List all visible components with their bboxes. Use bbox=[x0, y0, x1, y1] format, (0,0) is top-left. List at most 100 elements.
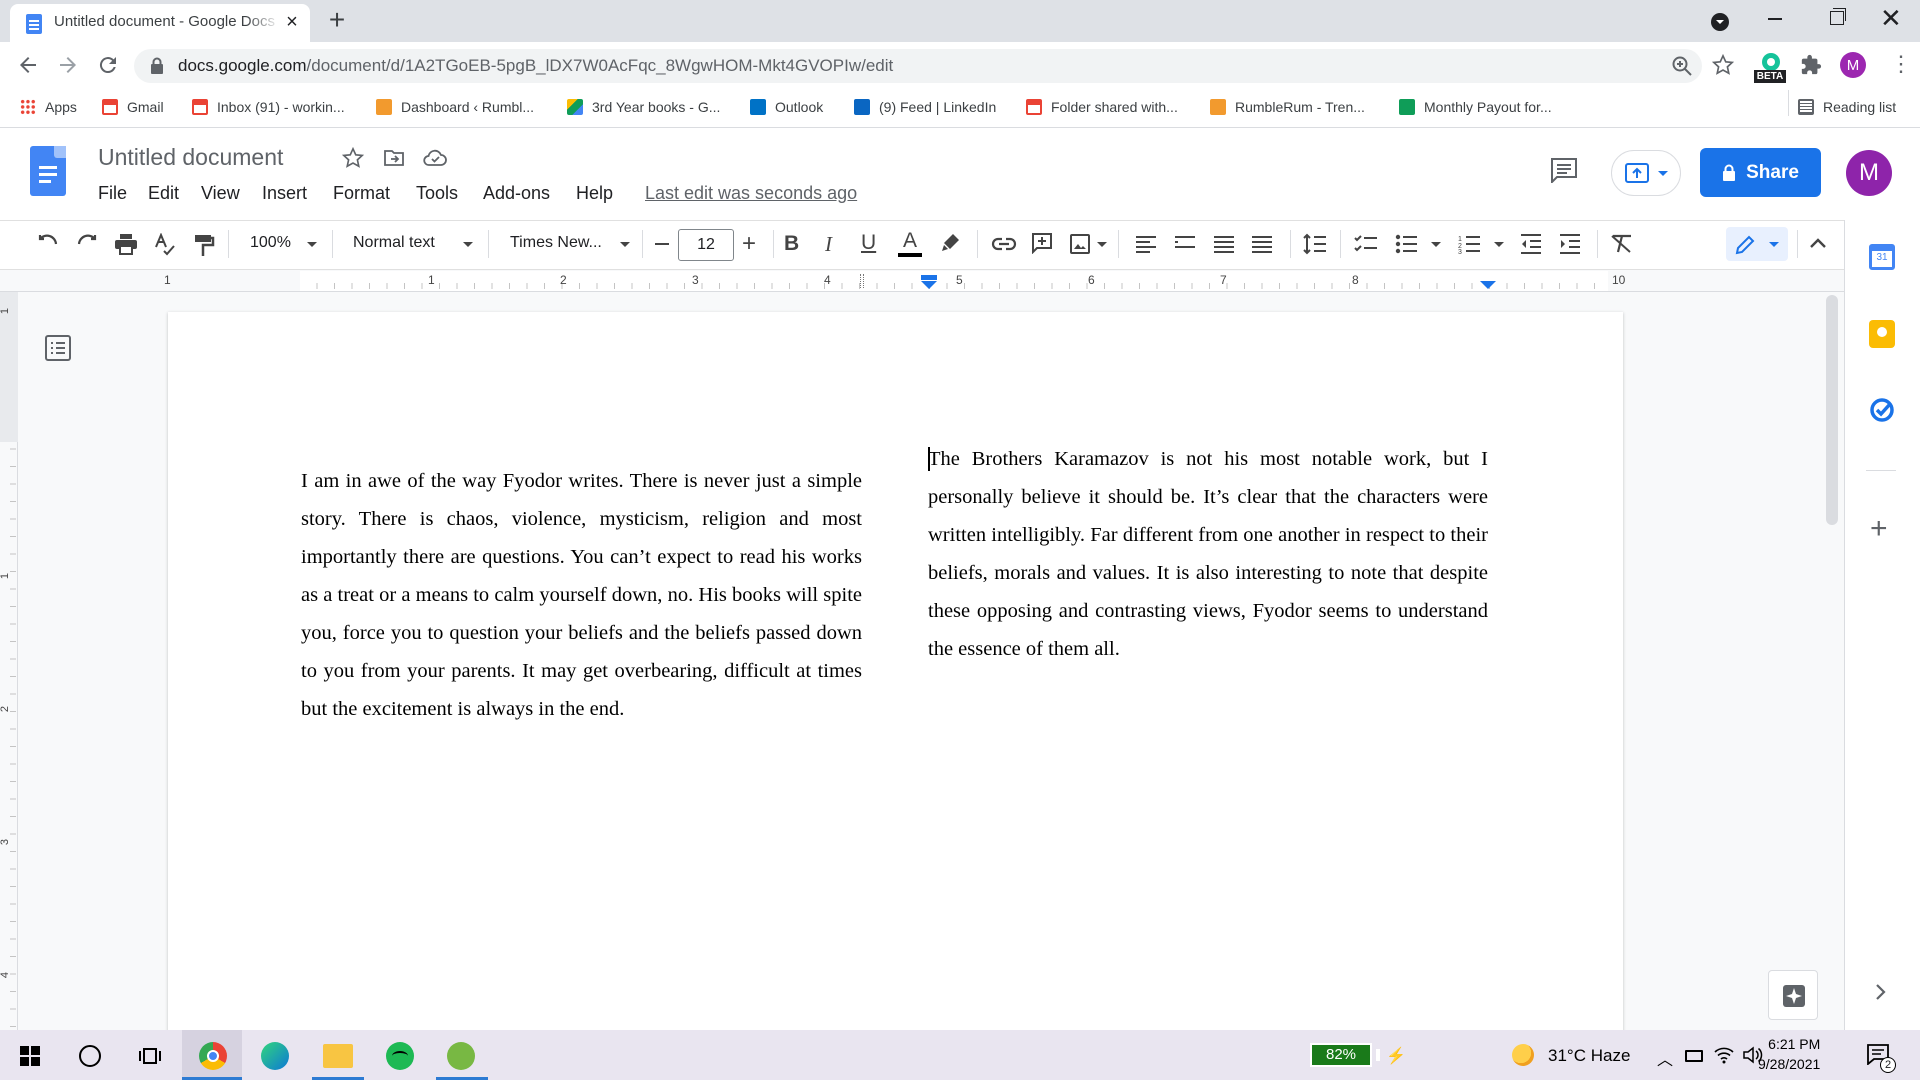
decrease-indent-icon[interactable] bbox=[1520, 234, 1542, 254]
decrease-font-size-icon[interactable] bbox=[655, 243, 669, 245]
bookmark-linkedin[interactable]: (9) Feed | LinkedIn bbox=[854, 96, 996, 118]
menu-help[interactable]: Help bbox=[576, 183, 613, 204]
window-minimize-icon[interactable] bbox=[1768, 18, 1782, 20]
first-line-indent-marker[interactable] bbox=[921, 275, 937, 280]
forward-arrow-icon[interactable] bbox=[56, 53, 80, 77]
bookmark-inbox[interactable]: Inbox (91) - workin... bbox=[192, 96, 345, 118]
vertical-scrollbar-thumb[interactable] bbox=[1826, 295, 1838, 525]
share-button[interactable]: Share bbox=[1700, 148, 1821, 197]
zoom-select[interactable]: 100% bbox=[250, 234, 291, 252]
font-family-select[interactable]: Times New... bbox=[510, 234, 602, 252]
window-restore-icon[interactable] bbox=[1830, 8, 1846, 25]
document-outline-icon[interactable] bbox=[45, 335, 71, 361]
bold-icon[interactable]: B bbox=[784, 232, 799, 256]
document-title[interactable]: Untitled document bbox=[98, 144, 283, 171]
window-close-icon[interactable]: ✕ bbox=[1880, 4, 1902, 32]
align-right-icon[interactable] bbox=[1214, 236, 1234, 253]
lock-icon[interactable] bbox=[150, 57, 164, 75]
italic-icon[interactable]: I bbox=[825, 232, 832, 257]
browser-tab-active[interactable]: Untitled document - Google Docs × bbox=[10, 4, 310, 42]
menu-format[interactable]: Format bbox=[333, 183, 390, 204]
file-explorer-taskbar-icon[interactable] bbox=[323, 1044, 353, 1068]
checklist-icon[interactable] bbox=[1354, 234, 1378, 254]
google-docs-logo-icon[interactable] bbox=[30, 146, 66, 196]
add-comment-icon[interactable] bbox=[1031, 232, 1053, 254]
show-hidden-icons-chevron-up-icon[interactable]: ︿ bbox=[1657, 1046, 1673, 1070]
undo-icon[interactable] bbox=[36, 233, 60, 255]
spellcheck-icon[interactable] bbox=[153, 233, 177, 257]
present-button[interactable] bbox=[1611, 150, 1681, 196]
increase-font-size-icon[interactable]: + bbox=[742, 230, 756, 258]
cloud-saved-icon[interactable] bbox=[423, 149, 447, 167]
reload-icon[interactable] bbox=[96, 53, 120, 77]
task-view-icon[interactable] bbox=[138, 1045, 162, 1067]
bookmark-folder-shared[interactable]: Folder shared with... bbox=[1026, 96, 1178, 118]
right-indent-marker[interactable] bbox=[1480, 281, 1496, 289]
google-tasks-icon[interactable] bbox=[1869, 397, 1895, 423]
move-folder-icon[interactable] bbox=[383, 148, 405, 168]
bookmark-3rd-year-books[interactable]: 3rd Year books - G... bbox=[567, 96, 720, 118]
windows-start-icon[interactable] bbox=[20, 1046, 40, 1066]
bookmark-gmail[interactable]: Gmail bbox=[102, 96, 164, 118]
bookmark-star-icon[interactable] bbox=[1712, 54, 1734, 76]
add-addon-icon[interactable]: + bbox=[1870, 514, 1888, 544]
hide-menus-chevron-up-icon[interactable] bbox=[1809, 237, 1827, 249]
editing-mode-button[interactable] bbox=[1726, 227, 1788, 261]
menu-addons[interactable]: Add-ons bbox=[483, 183, 550, 204]
back-arrow-icon[interactable] bbox=[16, 53, 40, 77]
column-divider-marker[interactable] bbox=[860, 274, 864, 288]
utorrent-taskbar-icon[interactable] bbox=[447, 1042, 475, 1070]
extensions-puzzle-icon[interactable] bbox=[1800, 54, 1822, 76]
bookmark-outlook[interactable]: Outlook bbox=[750, 96, 823, 118]
bookmark-apps[interactable]: Apps bbox=[20, 96, 77, 118]
battery-tray-icon[interactable] bbox=[1685, 1050, 1703, 1062]
cortana-search-icon[interactable] bbox=[79, 1045, 101, 1067]
account-avatar[interactable]: M bbox=[1846, 150, 1892, 196]
taskbar-clock[interactable]: 6:21 PM 9/28/2021 bbox=[1758, 1034, 1820, 1074]
insert-image-icon[interactable] bbox=[1069, 233, 1091, 255]
spotify-taskbar-icon[interactable] bbox=[386, 1042, 414, 1070]
tab-close-icon[interactable]: × bbox=[282, 12, 302, 32]
url-text[interactable]: docs.google.com/document/d/1A2TGoEB-5pgB… bbox=[178, 56, 893, 76]
menu-file[interactable]: File bbox=[98, 183, 127, 204]
browser-profile-avatar[interactable]: M bbox=[1840, 52, 1866, 78]
menu-edit[interactable]: Edit bbox=[148, 183, 179, 204]
redo-icon[interactable] bbox=[75, 233, 99, 255]
weather-text[interactable]: 31°C Haze bbox=[1548, 1046, 1630, 1066]
google-keep-icon[interactable] bbox=[1869, 320, 1895, 348]
explore-button[interactable] bbox=[1768, 970, 1818, 1020]
edge-taskbar-icon[interactable] bbox=[261, 1042, 289, 1070]
print-icon[interactable] bbox=[114, 233, 138, 255]
increase-indent-icon[interactable] bbox=[1559, 234, 1581, 254]
wifi-icon[interactable] bbox=[1714, 1046, 1734, 1064]
last-edit-link[interactable]: Last edit was seconds ago bbox=[645, 183, 857, 204]
bulleted-list-icon[interactable] bbox=[1395, 234, 1417, 254]
font-size-input[interactable]: 12 bbox=[678, 229, 734, 261]
weather-sun-icon[interactable] bbox=[1512, 1044, 1534, 1066]
underline-icon[interactable]: U bbox=[861, 231, 876, 255]
google-calendar-icon[interactable]: 31 bbox=[1869, 244, 1895, 270]
browser-menu-kebab-icon[interactable]: ⋮ bbox=[1890, 53, 1912, 75]
highlight-color-icon[interactable] bbox=[939, 232, 961, 254]
profile-dropdown-icon[interactable] bbox=[1710, 12, 1730, 32]
comment-history-icon[interactable] bbox=[1550, 157, 1578, 183]
paint-format-icon[interactable] bbox=[193, 233, 215, 257]
clear-formatting-icon[interactable] bbox=[1610, 234, 1634, 254]
bookmark-monthly-payout[interactable]: Monthly Payout for... bbox=[1399, 96, 1552, 118]
numbered-list-icon[interactable]: 123 bbox=[1458, 234, 1480, 254]
left-indent-marker[interactable] bbox=[921, 281, 937, 289]
link-icon[interactable] bbox=[991, 236, 1017, 252]
justify-icon[interactable] bbox=[1252, 236, 1272, 253]
chrome-taskbar-icon[interactable] bbox=[199, 1042, 227, 1070]
grammarly-extension-icon[interactable] bbox=[1756, 52, 1786, 72]
right-column-paragraph[interactable]: The Brothers Karamazov is not his most n… bbox=[928, 440, 1488, 668]
menu-tools[interactable]: Tools bbox=[416, 183, 458, 204]
paragraph-style-select[interactable]: Normal text bbox=[353, 234, 435, 252]
reading-list-button[interactable]: Reading list bbox=[1798, 96, 1896, 118]
left-column-paragraph[interactable]: I am in awe of the way Fyodor writes. Th… bbox=[301, 462, 862, 728]
star-icon[interactable] bbox=[342, 147, 364, 169]
bookmark-dashboard[interactable]: Dashboard ‹ Rumbl... bbox=[376, 96, 534, 118]
battery-meter[interactable]: 82% bbox=[1310, 1043, 1372, 1067]
expand-side-panel-chevron-icon[interactable] bbox=[1874, 983, 1886, 1001]
new-tab-icon[interactable]: + bbox=[322, 6, 352, 36]
